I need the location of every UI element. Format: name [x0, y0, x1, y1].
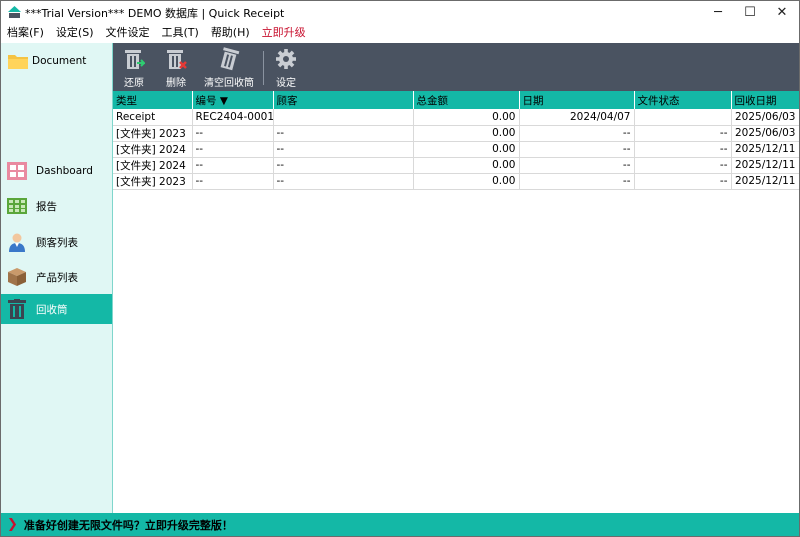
settings-button[interactable]: 设定 [275, 47, 297, 89]
app-logo-icon [8, 6, 21, 18]
table-row[interactable]: [文件夹] 2023 -- -- 0.00 -- -- 2025/12/11 [113, 173, 799, 190]
column-header-number[interactable]: 编号 ▼ [192, 91, 274, 109]
delete-icon [167, 50, 187, 69]
cell-type: [文件夹] 2023 [113, 173, 193, 190]
product-icon [7, 267, 27, 287]
recycle-bin-table: 类型 编号 ▼ 顾客 总金额 日期 文件状态 回收日期 Receipt REC2… [113, 91, 799, 513]
cell-customer: -- [273, 141, 414, 158]
column-header-type[interactable]: 类型 [113, 91, 193, 109]
cell-total: 0.00 [413, 173, 520, 190]
cell-recycle-date: 2025/12/11 [731, 141, 799, 158]
menu-tools[interactable]: 工具(T) [156, 23, 205, 43]
cell-type: Receipt [113, 109, 193, 126]
sidebar: Document Dashboard 报告 顾客列表 产品列表 回收筒 [1, 43, 113, 513]
menu-file[interactable]: 档案(F) [1, 23, 50, 43]
column-header-status[interactable]: 文件状态 [634, 91, 732, 109]
sidebar-item-document[interactable]: Document [1, 49, 112, 73]
toolbar: 还原 删除 清空回收筒 设定 [113, 43, 799, 91]
cell-date: -- [519, 125, 635, 142]
cell-status: -- [634, 157, 732, 174]
menu-upgrade[interactable]: 立即升级 [256, 23, 312, 43]
dashboard-icon [7, 161, 27, 181]
window-title: ***Trial Version*** DEMO 数据库 | Quick Rec… [25, 7, 285, 20]
cell-type: [文件夹] 2024 [113, 141, 193, 158]
restore-button[interactable]: 还原 [123, 47, 145, 89]
cell-number: REC2404-0001 [192, 109, 274, 126]
minimize-button[interactable]: ─ [701, 1, 735, 23]
cell-customer: -- [273, 157, 414, 174]
sidebar-item-label: 产品列表 [36, 271, 78, 284]
sidebar-item-label: 回收筒 [36, 303, 68, 316]
restore-label: 还原 [124, 78, 144, 89]
cell-type: [文件夹] 2023 [113, 125, 193, 142]
upgrade-banner[interactable]: ❯ 准备好创建无限文件吗？立即升级完整版！ [1, 513, 799, 536]
sidebar-item-label: 报告 [36, 200, 57, 213]
sidebar-item-products[interactable]: 产品列表 [1, 262, 112, 292]
folder-icon [8, 55, 28, 69]
cell-recycle-date: 2025/12/11 [731, 173, 799, 190]
menu-document-settings[interactable]: 文件设定 [100, 23, 156, 43]
cell-recycle-date: 2025/06/03 [731, 109, 799, 126]
cell-status: -- [634, 125, 732, 142]
cell-customer [273, 109, 414, 126]
cell-total: 0.00 [413, 157, 520, 174]
cell-date: -- [519, 141, 635, 158]
sidebar-item-dashboard[interactable]: Dashboard [1, 156, 112, 186]
cell-number: -- [192, 141, 274, 158]
report-icon [7, 196, 27, 216]
cell-date: 2024/04/07 [519, 109, 635, 126]
column-header-recycle-date[interactable]: 回收日期 [731, 91, 799, 109]
empty-bin-icon [220, 47, 240, 71]
maximize-button[interactable]: ☐ [733, 1, 767, 23]
settings-label: 设定 [276, 78, 296, 89]
cell-customer: -- [273, 173, 414, 190]
cell-date: -- [519, 173, 635, 190]
cell-number: -- [192, 157, 274, 174]
restore-icon [125, 50, 145, 69]
cell-date: -- [519, 157, 635, 174]
table-header-row: 类型 编号 ▼ 顾客 总金额 日期 文件状态 回收日期 [113, 91, 799, 109]
column-header-total[interactable]: 总金额 [413, 91, 520, 109]
sidebar-item-label: Dashboard [36, 165, 93, 177]
empty-recycle-bin-label: 清空回收筒 [204, 78, 254, 89]
cell-total: 0.00 [413, 109, 520, 126]
toolbar-separator [263, 51, 264, 85]
menu-help[interactable]: 帮助(H) [205, 23, 256, 43]
cell-status: -- [634, 141, 732, 158]
delete-label: 删除 [166, 78, 186, 89]
recycle-bin-icon [7, 299, 27, 319]
sidebar-item-label: Document [32, 55, 87, 67]
cell-total: 0.00 [413, 125, 520, 142]
sidebar-item-customers[interactable]: 顾客列表 [1, 227, 112, 257]
cell-customer: -- [273, 125, 414, 142]
upgrade-banner-text: 准备好创建无限文件吗？立即升级完整版！ [23, 518, 233, 532]
cell-total: 0.00 [413, 141, 520, 158]
table-row[interactable]: [文件夹] 2024 -- -- 0.00 -- -- 2025/12/11 [113, 157, 799, 174]
column-header-date[interactable]: 日期 [519, 91, 635, 109]
sidebar-item-label: 顾客列表 [36, 236, 78, 249]
cell-number: -- [192, 173, 274, 190]
table-row[interactable]: [文件夹] 2023 -- -- 0.00 -- -- 2025/06/03 [113, 125, 799, 142]
cell-status: -- [634, 173, 732, 190]
cell-recycle-date: 2025/12/11 [731, 157, 799, 174]
cell-status [634, 109, 732, 126]
cell-number: -- [192, 125, 274, 142]
app-window: ***Trial Version*** DEMO 数据库 | Quick Rec… [0, 0, 800, 537]
menu-settings[interactable]: 设定(S) [50, 23, 100, 43]
chevron-right-icon: ❯ [7, 517, 18, 532]
sidebar-item-report[interactable]: 报告 [1, 191, 112, 221]
sidebar-item-recycle-bin[interactable]: 回收筒 [1, 294, 112, 324]
cell-type: [文件夹] 2024 [113, 157, 193, 174]
table-row[interactable]: [文件夹] 2024 -- -- 0.00 -- -- 2025/12/11 [113, 141, 799, 158]
delete-button[interactable]: 删除 [165, 47, 187, 89]
cell-recycle-date: 2025/06/03 [731, 125, 799, 142]
column-header-customer[interactable]: 顾客 [273, 91, 414, 109]
title-bar: ***Trial Version*** DEMO 数据库 | Quick Rec… [1, 1, 799, 23]
table-row[interactable]: Receipt REC2404-0001 0.00 2024/04/07 202… [113, 109, 799, 126]
menu-bar: 档案(F) 设定(S) 文件设定 工具(T) 帮助(H) 立即升级 [1, 23, 799, 43]
customer-icon [7, 232, 27, 252]
close-button[interactable]: ✕ [765, 1, 799, 23]
gear-icon [276, 49, 296, 69]
empty-recycle-bin-button[interactable]: 清空回收筒 [204, 47, 254, 89]
